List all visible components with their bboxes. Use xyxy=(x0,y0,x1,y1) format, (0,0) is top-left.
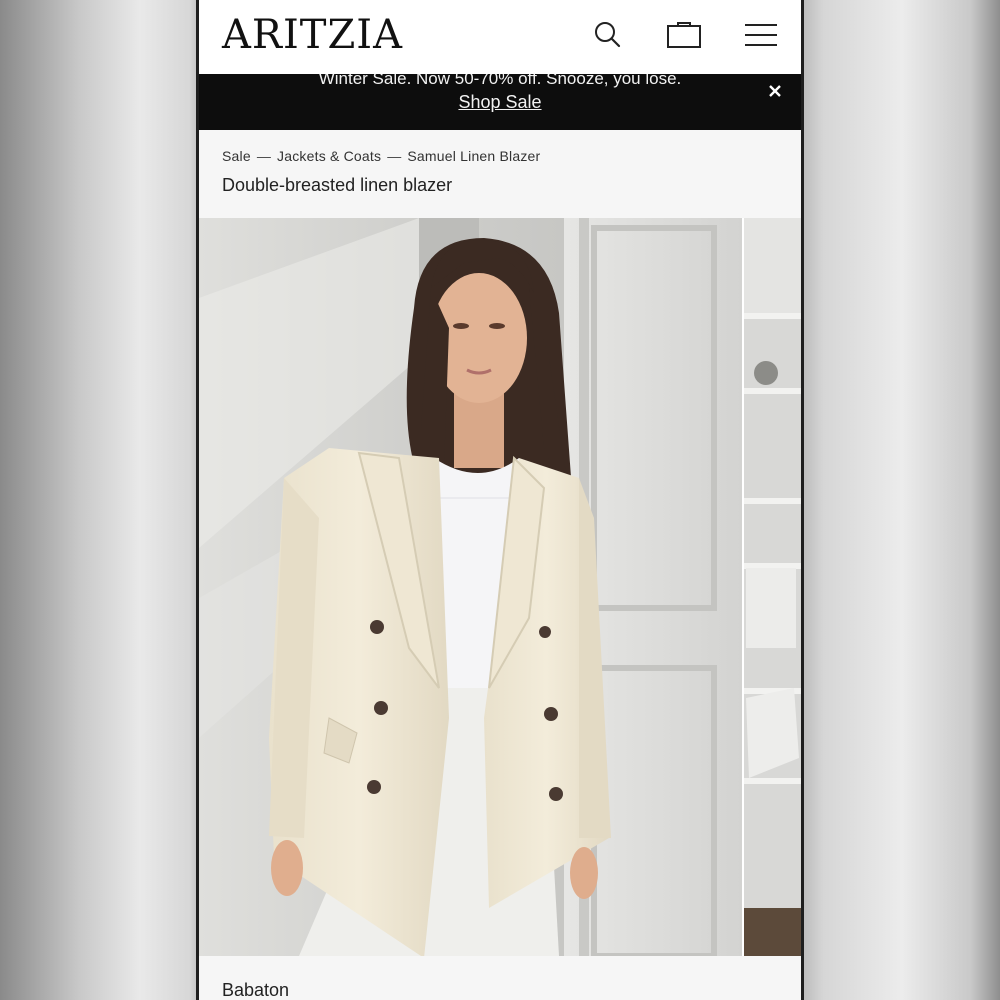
promo-banner: Winter Sale. Now 50-70% off. Snooze, you… xyxy=(199,74,801,130)
product-image-secondary[interactable] xyxy=(744,218,801,956)
product-subtitle: Double-breasted linen blazer xyxy=(222,175,453,195)
search-icon[interactable] xyxy=(588,16,628,54)
close-icon[interactable] xyxy=(766,82,784,100)
breadcrumb-item-samuel-linen-blazer[interactable]: Samuel Linen Blazer xyxy=(407,148,540,164)
menu-icon[interactable] xyxy=(741,16,781,54)
frame-right-blur xyxy=(804,0,1000,1000)
breadcrumb-separator: — xyxy=(256,148,272,164)
breadcrumb-item-sale[interactable]: Sale xyxy=(222,148,251,164)
product-details: Babaton xyxy=(199,956,801,1000)
site-header: ARITZIA xyxy=(199,0,801,74)
product-image-main[interactable] xyxy=(199,218,742,956)
product-brand: Babaton xyxy=(222,980,290,1000)
screenshot-frame: ARITZIA Winter Sale. Now 50-70% off. Sno… xyxy=(0,0,1000,1000)
brand-logo[interactable]: ARITZIA xyxy=(222,11,403,59)
shopping-bag-icon[interactable] xyxy=(664,16,704,54)
mobile-page: ARITZIA Winter Sale. Now 50-70% off. Sno… xyxy=(199,0,801,1000)
product-info-header: Sale — Jackets & Coats — Samuel Linen Bl… xyxy=(199,130,801,218)
breadcrumb: Sale — Jackets & Coats — Samuel Linen Bl… xyxy=(222,148,540,164)
breadcrumb-separator: — xyxy=(387,148,402,164)
promo-text: Winter Sale. Now 50-70% off. Snooze, you… xyxy=(318,74,682,88)
breadcrumb-item-jackets-coats[interactable]: Jackets & Coats xyxy=(277,148,381,164)
shop-sale-link[interactable]: Shop Sale xyxy=(199,91,801,113)
